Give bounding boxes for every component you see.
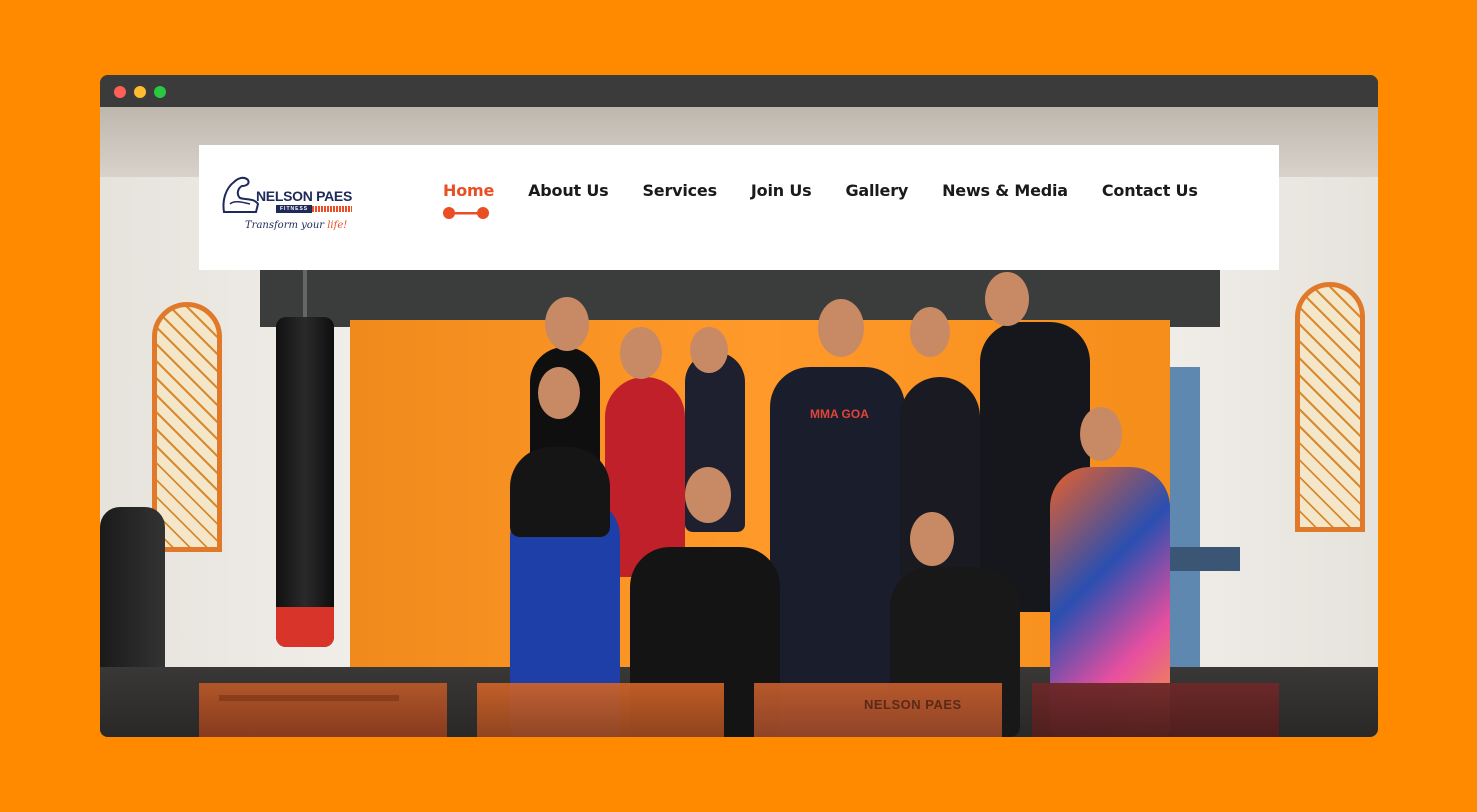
arched-window <box>1295 282 1365 532</box>
logo-tagline: Transform your life! <box>245 220 348 231</box>
group-of-people: MMA GOA <box>380 267 1170 737</box>
site-header: NELSON PAES FITNESS Transform your life!… <box>199 145 1279 270</box>
page-viewport: MMA GOA NELSON PAES FITNESS Transform yo… <box>100 107 1378 737</box>
nav-contact-us[interactable]: Contact Us <box>1102 181 1198 201</box>
punching-bag <box>276 317 334 647</box>
thumbnail-2[interactable] <box>477 683 724 737</box>
minimize-window-button[interactable] <box>134 86 146 98</box>
nav-home[interactable]: Home <box>443 181 494 201</box>
nav-news-media[interactable]: News & Media <box>942 181 1068 201</box>
flexed-arm-icon <box>222 176 260 213</box>
nav-services[interactable]: Services <box>642 181 717 201</box>
shirt-text: MMA GOA <box>810 407 869 421</box>
thumbnail-1[interactable] <box>199 683 447 737</box>
nav-join-us[interactable]: Join Us <box>751 181 812 201</box>
logo-brand: NELSON PAES <box>256 188 353 204</box>
window-titlebar <box>100 75 1378 107</box>
nav-about-us[interactable]: About Us <box>528 181 609 201</box>
nav-gallery[interactable]: Gallery <box>845 181 908 201</box>
weight-rack <box>1170 367 1200 687</box>
thumbnail-strip: NELSON PAES <box>199 683 1279 737</box>
dumbbell-icon <box>443 207 489 219</box>
close-window-button[interactable] <box>114 86 126 98</box>
thumbnail-label: NELSON PAES <box>864 697 962 712</box>
logo-sub: FITNESS <box>276 205 313 213</box>
browser-window: MMA GOA NELSON PAES FITNESS Transform yo… <box>100 75 1378 737</box>
thumbnail-3[interactable]: NELSON PAES <box>754 683 1002 737</box>
maximize-window-button[interactable] <box>154 86 166 98</box>
main-nav: Home About Us Services Join Us Gallery N… <box>443 181 1232 219</box>
arched-window <box>152 302 222 552</box>
thumbnail-4[interactable] <box>1032 683 1279 737</box>
site-logo[interactable]: NELSON PAES FITNESS Transform your life! <box>220 172 365 242</box>
